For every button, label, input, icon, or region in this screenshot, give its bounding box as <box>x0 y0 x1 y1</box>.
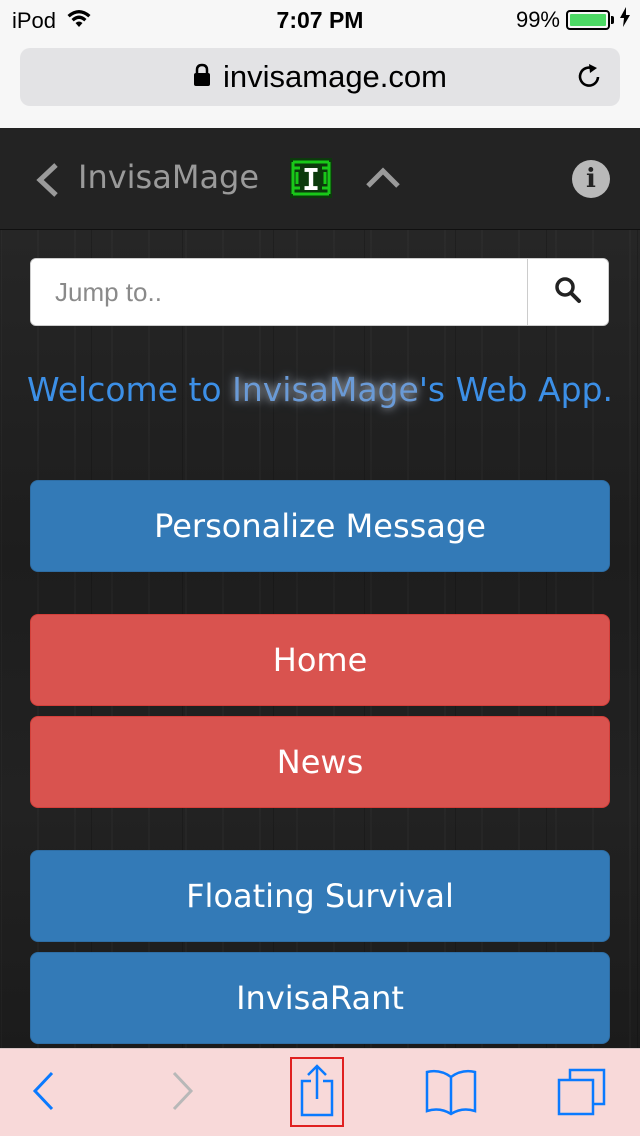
share-icon[interactable] <box>298 1063 336 1123</box>
lock-icon <box>193 59 211 95</box>
bookmarks-icon[interactable] <box>424 1067 478 1121</box>
jump-search <box>30 258 609 326</box>
invisarant-button[interactable]: InvisaRant <box>30 952 610 1044</box>
search-icon <box>554 276 582 308</box>
search-button[interactable] <box>527 259 608 325</box>
floating-survival-button[interactable]: Floating Survival <box>30 850 610 942</box>
browser-toolbar <box>0 1048 640 1136</box>
welcome-highlight: InvisaMage <box>232 370 419 409</box>
main-content: Welcome to InvisaMage's Web App. Persona… <box>0 230 640 1048</box>
welcome-suffix: 's Web App. <box>418 370 613 409</box>
back-chevron-icon[interactable] <box>34 162 60 202</box>
brand-title[interactable]: InvisaMage <box>78 158 259 196</box>
up-chevron-icon[interactable] <box>364 164 402 194</box>
news-button[interactable]: News <box>30 716 610 808</box>
home-button[interactable]: Home <box>30 614 610 706</box>
welcome-message: Welcome to InvisaMage's Web App. <box>0 370 640 409</box>
charging-icon <box>620 7 630 33</box>
search-input[interactable] <box>31 259 528 325</box>
browser-url-area: invisamage.com <box>0 40 640 128</box>
app-header: InvisaMage I i <box>0 128 640 230</box>
welcome-prefix: Welcome to <box>27 370 233 409</box>
personalize-message-button[interactable]: Personalize Message <box>30 480 610 572</box>
battery-icon <box>566 10 610 30</box>
battery-tip <box>611 16 614 24</box>
info-icon[interactable]: i <box>572 160 610 198</box>
logo-letter: I <box>302 163 320 198</box>
toolbar-forward-icon[interactable] <box>170 1069 196 1117</box>
toolbar-back-icon[interactable] <box>30 1069 56 1117</box>
tabs-icon[interactable] <box>556 1065 610 1123</box>
battery-percent: 99% <box>515 7 560 32</box>
logo: I <box>290 158 332 198</box>
reload-icon[interactable] <box>574 62 604 100</box>
url-text: invisamage.com <box>223 59 447 94</box>
status-bar: iPod 7:07 PM 99% <box>0 0 640 40</box>
address-bar[interactable]: invisamage.com <box>20 48 620 106</box>
